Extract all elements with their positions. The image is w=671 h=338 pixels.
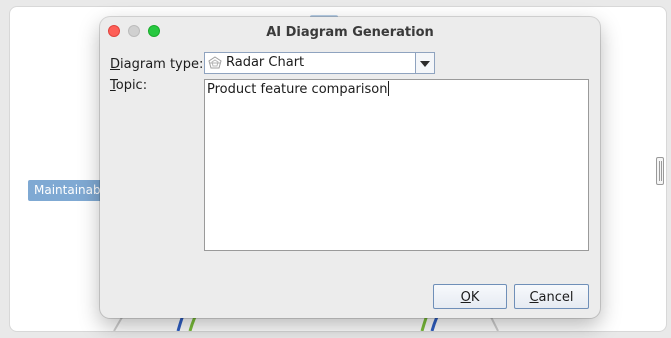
radar-chart-icon bbox=[208, 56, 222, 69]
cancel-button[interactable]: Cancel bbox=[514, 284, 589, 309]
diagram-type-label-text: iagram type: bbox=[120, 57, 204, 72]
diagram-type-value: Radar Chart bbox=[226, 55, 305, 70]
diagram-type-label: Diagram type: bbox=[110, 57, 203, 72]
ai-diagram-generation-dialog: AI Diagram Generation Diagram type: Rada… bbox=[100, 17, 600, 318]
cancel-mnemonic: C bbox=[529, 290, 539, 305]
dialog-title: AI Diagram Generation bbox=[266, 25, 434, 40]
diagram-type-label-mnemonic: D bbox=[110, 57, 121, 72]
topic-text: Product feature comparison bbox=[207, 82, 388, 97]
diagram-type-select[interactable]: Radar Chart bbox=[204, 52, 435, 74]
ok-mnemonic: O bbox=[460, 290, 471, 305]
close-window-icon[interactable] bbox=[108, 25, 120, 37]
cancel-label: ancel bbox=[538, 290, 574, 305]
title-bar[interactable]: AI Diagram Generation bbox=[100, 17, 600, 45]
chevron-down-icon[interactable] bbox=[415, 52, 435, 74]
minimize-window-icon[interactable] bbox=[128, 25, 140, 37]
text-caret bbox=[388, 81, 390, 96]
ok-button[interactable]: OK bbox=[433, 284, 507, 309]
splitter-handle[interactable] bbox=[656, 157, 664, 185]
topic-label: Topic: bbox=[110, 78, 147, 93]
topic-textarea[interactable]: Product feature comparison bbox=[204, 79, 589, 251]
zoom-window-icon[interactable] bbox=[148, 25, 160, 37]
ok-label: K bbox=[470, 290, 480, 305]
topic-label-text: opic: bbox=[115, 78, 148, 93]
